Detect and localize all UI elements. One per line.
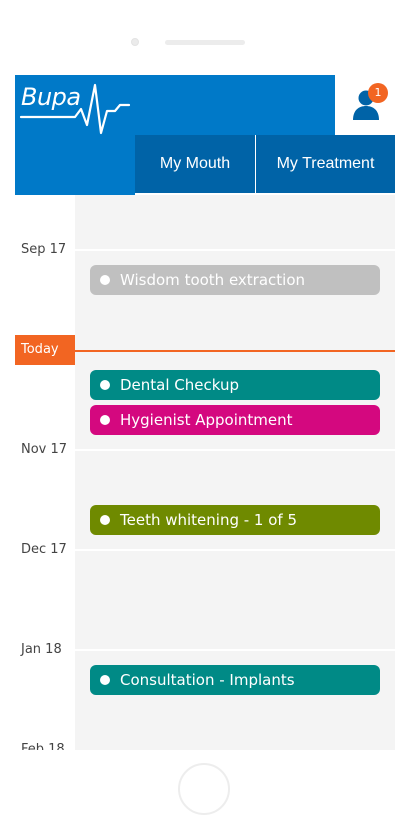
event-label: Dental Checkup xyxy=(120,376,240,394)
event-label: Hygienist Appointment xyxy=(120,411,293,429)
event-label: Wisdom tooth extraction xyxy=(120,271,306,289)
front-camera xyxy=(131,38,139,46)
today-line xyxy=(75,350,395,352)
profile-button[interactable]: 1 xyxy=(335,75,395,135)
tab-my-treatment[interactable]: My Treatment xyxy=(256,135,395,193)
earpiece-speaker xyxy=(165,40,245,45)
month-label-feb-18: Feb 18 xyxy=(21,742,65,750)
event-bullet xyxy=(100,275,110,285)
header-bar xyxy=(135,75,335,135)
event-wisdom-tooth-extraction[interactable]: Wisdom tooth extraction xyxy=(90,265,380,295)
treatment-timeline[interactable]: Sep 17 Nov 17 Dec 17 Jan 18 Feb 18 Today… xyxy=(15,195,395,750)
notification-badge: 1 xyxy=(368,83,388,103)
month-label-dec-17: Dec 17 xyxy=(21,542,67,557)
event-bullet xyxy=(100,380,110,390)
app-screen: Bupa 1 My Mouth My Treatment Sep 17 Nov … xyxy=(15,75,395,750)
month-divider xyxy=(75,549,395,551)
device-top-bezel xyxy=(0,0,410,75)
event-hygienist-appointment[interactable]: Hygienist Appointment xyxy=(90,405,380,435)
event-label: Consultation - Implants xyxy=(120,671,295,689)
event-label: Teeth whitening - 1 of 5 xyxy=(120,511,298,529)
event-consultation-implants[interactable]: Consultation - Implants xyxy=(90,665,380,695)
event-bullet xyxy=(100,415,110,425)
device-home-button[interactable] xyxy=(178,763,230,815)
month-divider xyxy=(75,649,395,651)
today-marker: Today xyxy=(15,335,75,365)
tab-my-mouth[interactable]: My Mouth xyxy=(135,135,255,193)
bupa-logo[interactable]: Bupa xyxy=(15,75,135,195)
month-label-nov-17: Nov 17 xyxy=(21,442,68,457)
event-bullet xyxy=(100,515,110,525)
month-divider xyxy=(75,249,395,251)
event-dental-checkup[interactable]: Dental Checkup xyxy=(90,370,380,400)
month-label-sep-17: Sep 17 xyxy=(21,242,67,257)
month-label-jan-18: Jan 18 xyxy=(21,642,62,657)
event-teeth-whitening[interactable]: Teeth whitening - 1 of 5 xyxy=(90,505,380,535)
event-bullet xyxy=(100,675,110,685)
heartbeat-logo-icon xyxy=(19,83,131,135)
month-divider xyxy=(75,449,395,451)
